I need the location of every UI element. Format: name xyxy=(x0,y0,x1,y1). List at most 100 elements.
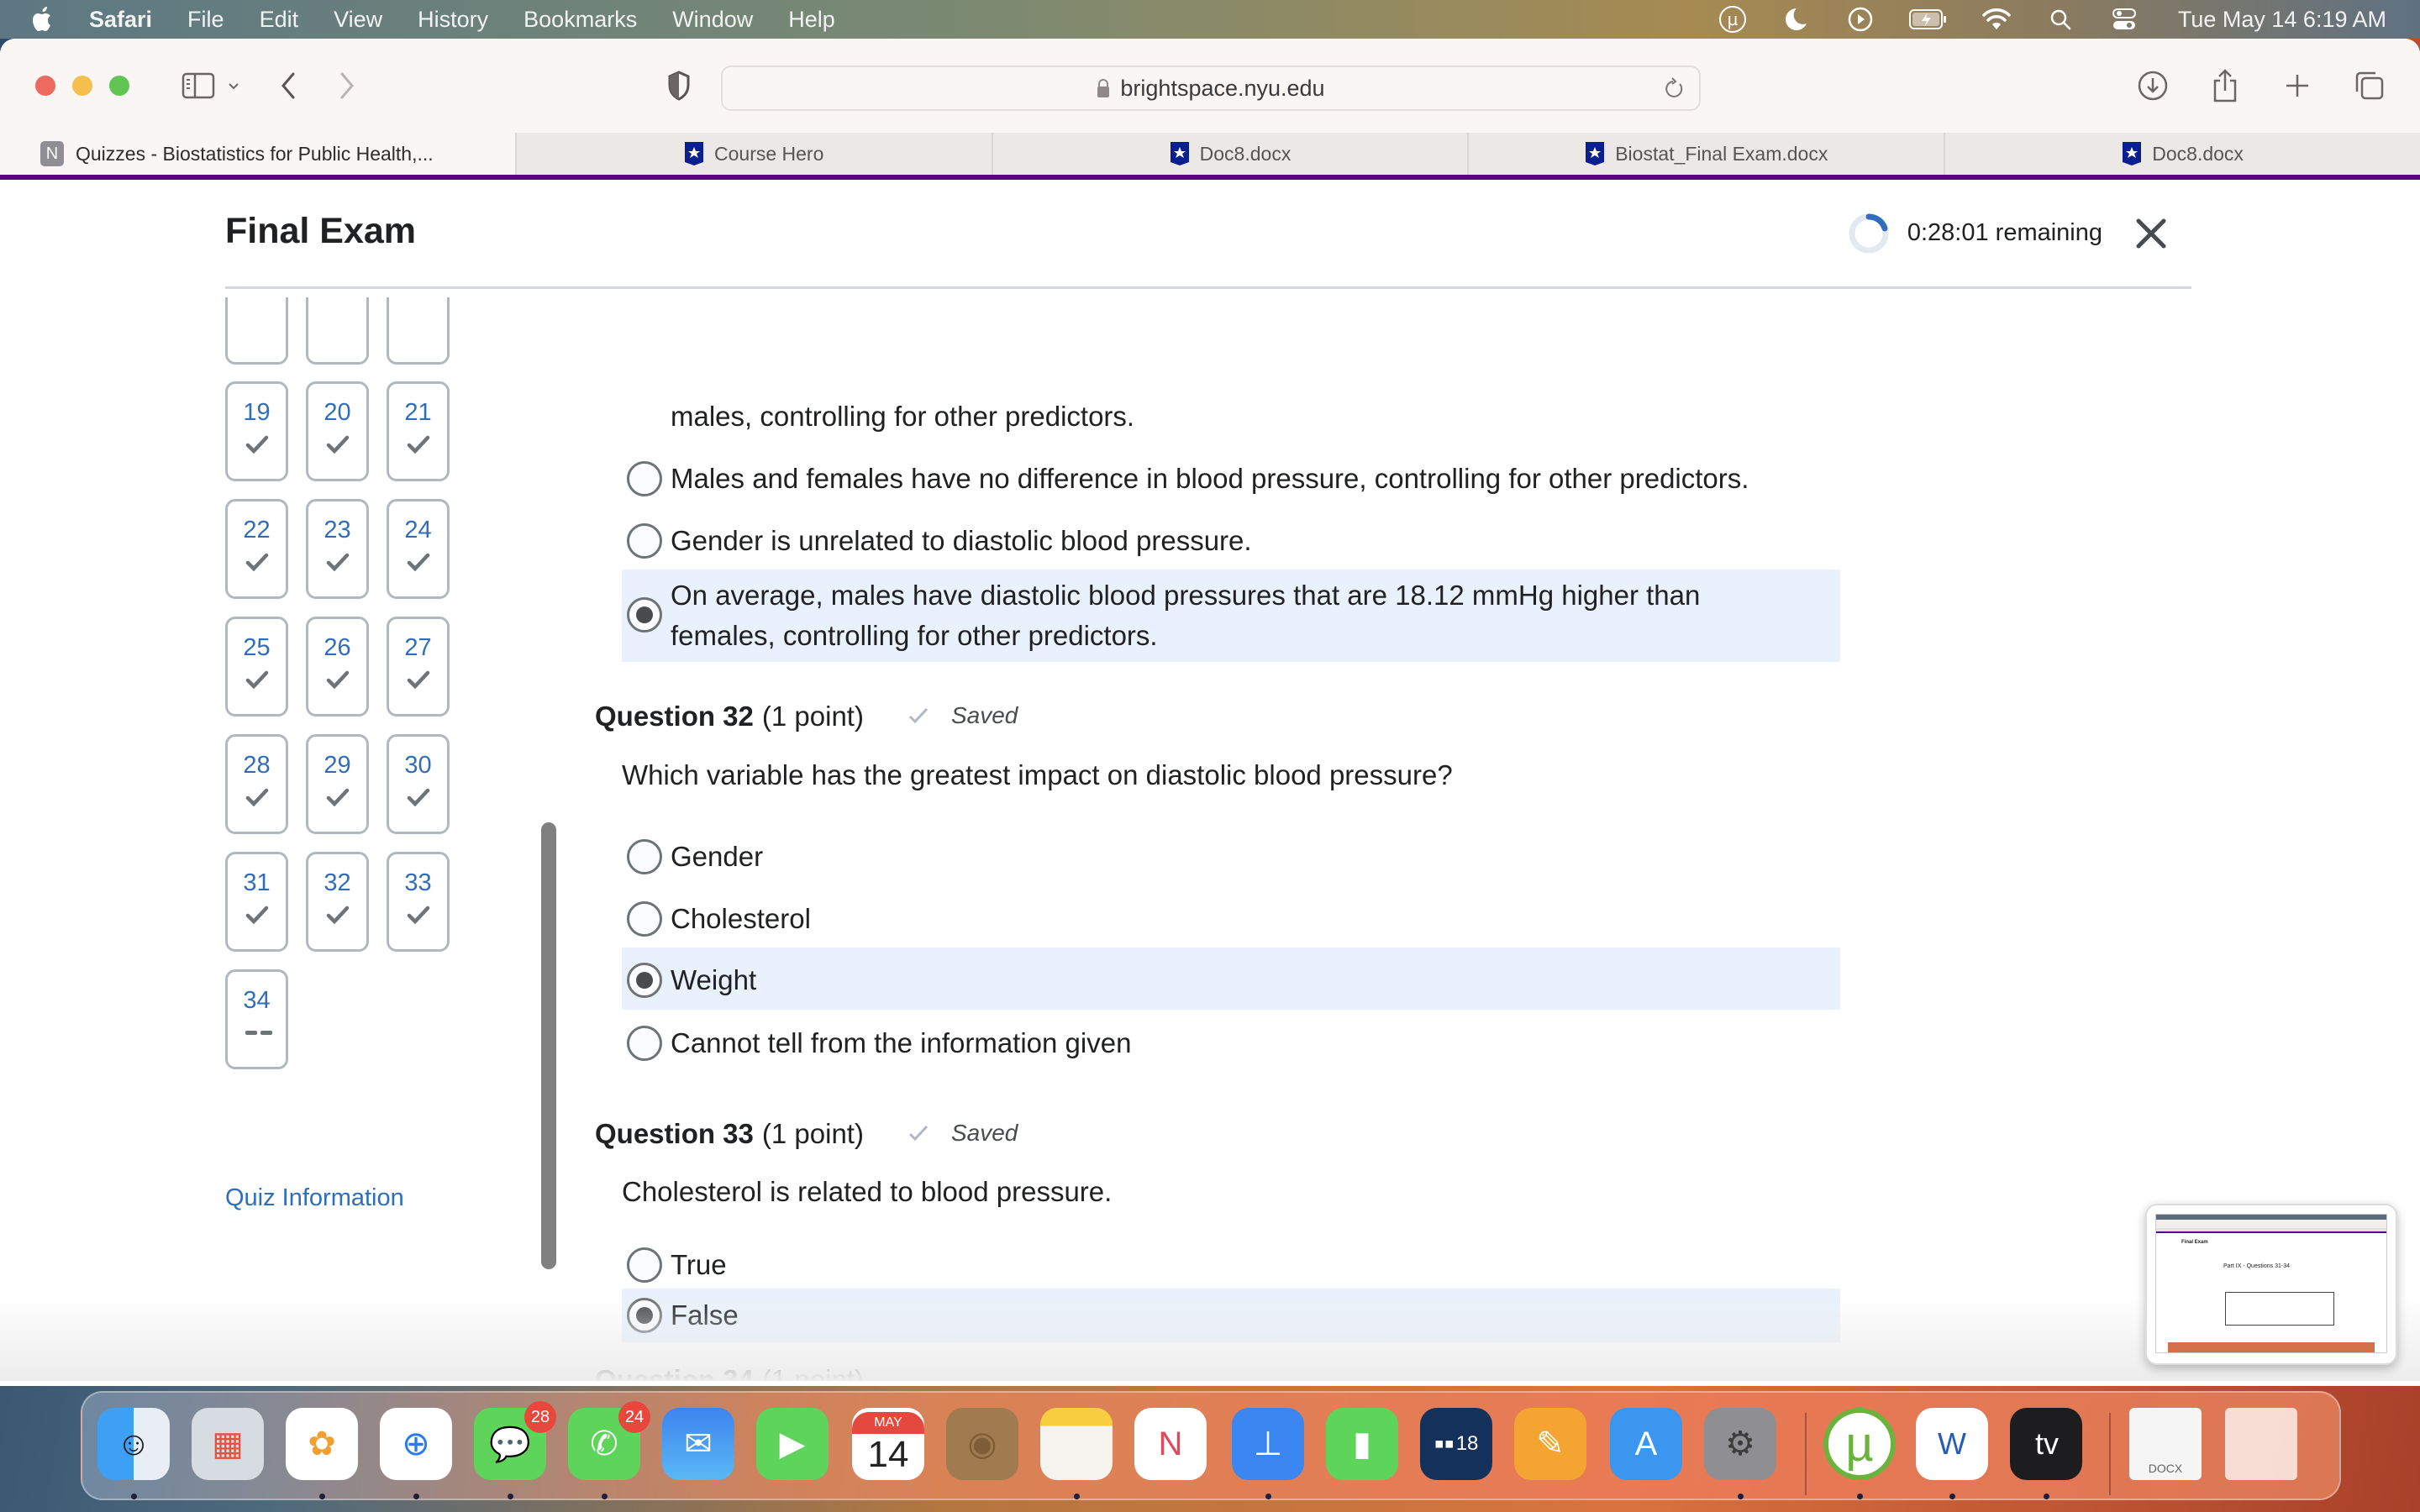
q31-option-partial[interactable]: males, controlling for other predictors. xyxy=(622,396,1840,437)
dock-news-icon[interactable]: N xyxy=(1134,1408,1207,1480)
dock-photos-icon[interactable]: ✿ xyxy=(286,1408,358,1480)
new-tab-plus-icon[interactable] xyxy=(2281,69,2314,102)
close-window-button[interactable] xyxy=(35,76,55,96)
share-icon[interactable] xyxy=(2208,69,2242,102)
battery-charging-icon[interactable] xyxy=(1908,4,1948,34)
question-nav-item-27[interactable]: 27 xyxy=(387,617,450,717)
dock-messages-icon[interactable]: 💬 28 xyxy=(474,1401,556,1480)
apple-menu-icon[interactable] xyxy=(30,5,55,34)
zoom-window-button[interactable] xyxy=(109,76,129,96)
dock-system-preferences-icon[interactable]: ⚙ xyxy=(1704,1408,1776,1480)
radio-button[interactable] xyxy=(627,1026,662,1061)
dock-numbers-icon[interactable]: ▮ xyxy=(1326,1408,1398,1480)
q33-option-true[interactable]: True xyxy=(622,1245,1840,1285)
menu-file[interactable]: File xyxy=(187,7,224,33)
screenshot-thumbnail-preview[interactable]: Final Exam Part IX - Questions 31-34 xyxy=(2145,1204,2397,1365)
question-nav-item-34[interactable]: 34 xyxy=(225,969,288,1069)
radio-button[interactable] xyxy=(627,523,662,559)
question-nav-item-28[interactable]: 28 xyxy=(225,734,288,834)
question-nav-item-partial[interactable] xyxy=(306,297,369,365)
downloads-icon[interactable] xyxy=(2136,69,2170,102)
question-nav-item-26[interactable]: 26 xyxy=(306,617,369,717)
dock-whatsapp-icon[interactable]: ✆ 24 xyxy=(568,1401,650,1480)
q32-option-cholesterol[interactable]: Cholesterol xyxy=(622,899,1840,939)
menu-edit[interactable]: Edit xyxy=(260,7,299,33)
dock-safari-icon[interactable]: ⊕ xyxy=(380,1408,452,1480)
spotlight-search-icon[interactable] xyxy=(2045,4,2075,34)
back-button[interactable] xyxy=(276,69,301,102)
sidebar-toggle-icon[interactable] xyxy=(182,71,215,100)
tab-biostat-final-exam[interactable]: Biostat_Final Exam.docx xyxy=(1467,133,1944,175)
menu-history[interactable]: History xyxy=(418,7,488,33)
menu-bookmarks[interactable]: Bookmarks xyxy=(523,7,637,33)
dock-facetime-icon[interactable]: ▶ xyxy=(756,1408,829,1480)
dock-microsoft-word-icon[interactable]: W xyxy=(1916,1408,1988,1480)
question-nav-item-29[interactable]: 29 xyxy=(306,734,369,834)
menu-bar-clock[interactable]: Tue May 14 6:19 AM xyxy=(2178,7,2386,33)
close-exam-button[interactable] xyxy=(2133,215,2170,252)
do-not-disturb-moon-icon[interactable] xyxy=(1781,4,1812,34)
radio-button-selected[interactable] xyxy=(627,963,662,998)
question-nav-item-33[interactable]: 33 xyxy=(387,852,450,952)
dock-notes-icon[interactable] xyxy=(1040,1408,1113,1480)
q31-option-no-difference[interactable]: Males and females have no difference in … xyxy=(622,459,1840,499)
privacy-shield-icon[interactable] xyxy=(666,69,692,102)
dock-trash-icon[interactable] xyxy=(2225,1408,2297,1480)
menu-help[interactable]: Help xyxy=(788,7,835,33)
q31-option-males-higher[interactable]: On average, males have diastolic blood p… xyxy=(622,570,1840,662)
question-nav-item-32[interactable]: 32 xyxy=(306,852,369,952)
question-nav-item-19[interactable]: 19 xyxy=(225,381,288,481)
dock-docx-file-icon[interactable]: DOCX xyxy=(2129,1408,2202,1480)
question-nav-item-24[interactable]: 24 xyxy=(387,499,450,599)
q32-option-weight[interactable]: Weight xyxy=(622,948,1840,1010)
dock-app-store-icon[interactable]: A xyxy=(1610,1408,1682,1480)
radio-button[interactable] xyxy=(627,901,662,937)
dock-contacts-icon[interactable]: ◉ xyxy=(946,1408,1018,1480)
q31-option-unrelated[interactable]: Gender is unrelated to diastolic blood p… xyxy=(622,521,1840,561)
tab-overview-icon[interactable] xyxy=(2353,69,2386,102)
quiz-information-link[interactable]: Quiz Information xyxy=(225,1184,404,1212)
minimize-window-button[interactable] xyxy=(72,76,92,96)
tab-course-hero[interactable]: Course Hero xyxy=(514,133,992,175)
dock-apple-tv-icon[interactable]: tv xyxy=(2010,1408,2082,1480)
radio-button[interactable] xyxy=(627,461,662,496)
q32-option-gender[interactable]: Gender xyxy=(622,837,1840,877)
tab-quizzes[interactable]: N Quizzes - Biostatistics for Public Hea… xyxy=(0,133,515,175)
question-nav-item-partial[interactable] xyxy=(387,297,450,365)
control-center-icon[interactable] xyxy=(2109,4,2139,34)
menu-app-safari[interactable]: Safari xyxy=(89,7,152,33)
radio-button[interactable] xyxy=(627,839,662,874)
q32-option-cannot-tell[interactable]: Cannot tell from the information given xyxy=(622,1023,1840,1063)
question-nav-item-21[interactable]: 21 xyxy=(387,381,450,481)
question-nav-item-20[interactable]: 20 xyxy=(306,381,369,481)
question-nav-item-30[interactable]: 30 xyxy=(387,734,450,834)
utorrent-icon[interactable]: µ xyxy=(1718,4,1748,34)
question-nav-item-31[interactable]: 31 xyxy=(225,852,288,952)
forward-button[interactable] xyxy=(334,69,360,102)
dock-keynote-icon[interactable]: ⊥ xyxy=(1232,1408,1304,1480)
url-text[interactable]: brightspace.nyu.edu xyxy=(1120,76,1324,102)
question-nav-item-23[interactable]: 23 xyxy=(306,499,369,599)
dock-launchpad-icon[interactable]: ▦ xyxy=(192,1408,264,1480)
chevron-down-icon[interactable] xyxy=(225,77,242,94)
wifi-icon[interactable] xyxy=(1981,4,2012,34)
dock-finder-icon[interactable]: ☺ xyxy=(97,1408,170,1480)
dock-utorrent-icon[interactable]: µ xyxy=(1823,1408,1896,1480)
question-nav-item-22[interactable]: 22 xyxy=(225,499,288,599)
dock-mosaic-icon[interactable]: ▪▪ 18 xyxy=(1420,1408,1492,1480)
tab-doc8[interactable]: Doc8.docx xyxy=(991,133,1468,175)
menu-view[interactable]: View xyxy=(334,7,382,33)
radio-button[interactable] xyxy=(627,1247,662,1283)
question-nav-scrollbar[interactable] xyxy=(541,822,556,1269)
dock-calendar-icon[interactable]: MAY 14 xyxy=(852,1408,924,1480)
address-bar[interactable]: brightspace.nyu.edu xyxy=(721,66,1701,111)
play-circle-icon[interactable] xyxy=(1845,4,1876,34)
question-nav-item-25[interactable]: 25 xyxy=(225,617,288,717)
dock-pages-icon[interactable]: ✎ xyxy=(1514,1408,1586,1480)
menu-window[interactable]: Window xyxy=(672,7,753,33)
tab-doc8-second[interactable]: Doc8.docx xyxy=(1944,133,2420,175)
reload-icon[interactable] xyxy=(1662,77,1686,101)
dock-mail-icon[interactable]: ✉ xyxy=(662,1408,734,1480)
radio-button-selected[interactable] xyxy=(627,597,662,633)
question-nav-item-partial[interactable] xyxy=(225,297,288,365)
